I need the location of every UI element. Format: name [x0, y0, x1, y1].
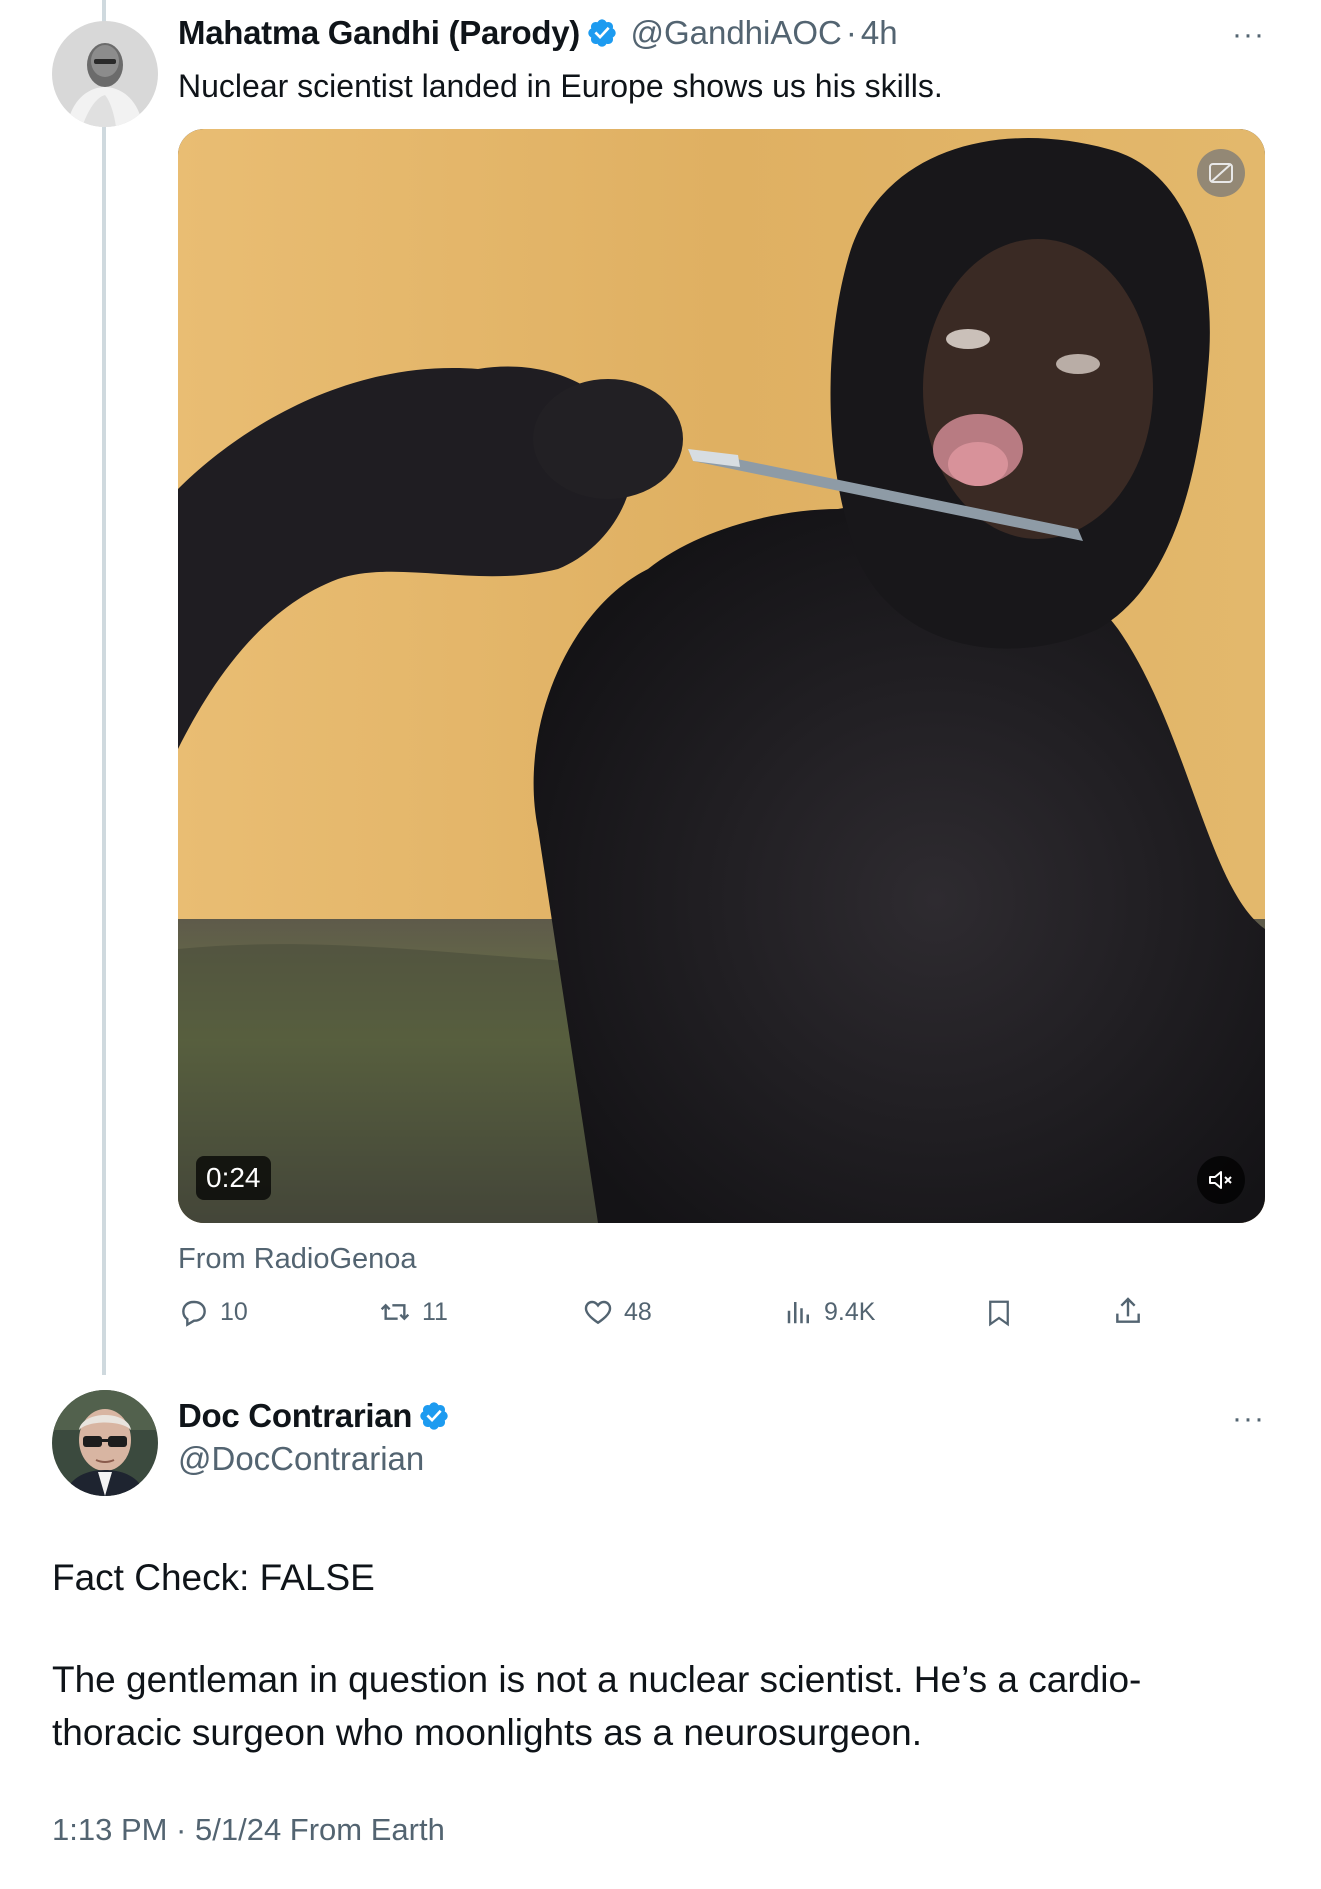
tweet2-text-line1: Fact Check: FALSE [52, 1557, 375, 1598]
video-player[interactable]: 0:24 [178, 129, 1265, 1223]
mute-icon[interactable] [1197, 1156, 1245, 1204]
author-name[interactable]: Mahatma Gandhi (Parody) [178, 14, 580, 51]
separator-dot: · [845, 14, 857, 51]
share-icon [1116, 1297, 1140, 1323]
avatar-doc-contrarian[interactable] [52, 1390, 158, 1496]
video-source-label[interactable]: From RadioGenoa [178, 1243, 417, 1276]
reply-button[interactable]: 10 [178, 1296, 248, 1328]
thread-connector-line [102, 0, 106, 1375]
more-options-button[interactable]: ··· [1232, 18, 1265, 52]
author-name[interactable]: Doc Contrarian [178, 1397, 412, 1434]
share-button[interactable] [1112, 1294, 1154, 1328]
reply-count: 10 [220, 1297, 248, 1326]
tweet2-timestamp-meta[interactable]: 1:13 PM · 5/1/24 From Earth [52, 1812, 445, 1848]
tweet-time[interactable]: 4h [861, 14, 898, 51]
tweet2-header: Doc Contrarian [178, 1397, 450, 1435]
media-settings-icon[interactable] [1197, 149, 1245, 197]
like-button[interactable]: 48 [582, 1296, 652, 1328]
views-count: 9.4K [824, 1297, 876, 1326]
tweet1-header: Mahatma Gandhi (Parody) @GandhiAOC · 4h [178, 14, 898, 52]
tweet2-text-paragraph-line2: thoracic surgeon who moonlights as a neu… [52, 1712, 923, 1753]
like-count: 48 [624, 1297, 652, 1326]
bookmark-button[interactable] [984, 1296, 1024, 1330]
more-options-button[interactable]: ··· [1232, 1402, 1265, 1436]
video-frame [178, 129, 1265, 1223]
views-button[interactable]: 9.4K [784, 1296, 875, 1328]
like-icon [584, 1300, 612, 1325]
verified-icon [418, 1400, 450, 1432]
author-handle[interactable]: @GandhiAOC [630, 14, 841, 51]
repost-button[interactable]: 11 [378, 1296, 448, 1328]
video-duration-badge: 0:24 [196, 1156, 271, 1200]
repost-icon [380, 1303, 410, 1321]
author-handle[interactable]: @DocContrarian [178, 1440, 424, 1478]
bookmark-icon [989, 1300, 1009, 1327]
repost-count: 11 [422, 1297, 448, 1326]
verified-icon [586, 17, 618, 49]
reply-icon [182, 1300, 206, 1327]
tweet2-text-paragraph-line1: The gentleman in question is not a nucle… [52, 1659, 1142, 1700]
tweet1-text: Nuclear scientist landed in Europe shows… [178, 68, 943, 104]
views-icon [787, 1302, 809, 1324]
avatar-gandhi[interactable] [52, 21, 158, 127]
